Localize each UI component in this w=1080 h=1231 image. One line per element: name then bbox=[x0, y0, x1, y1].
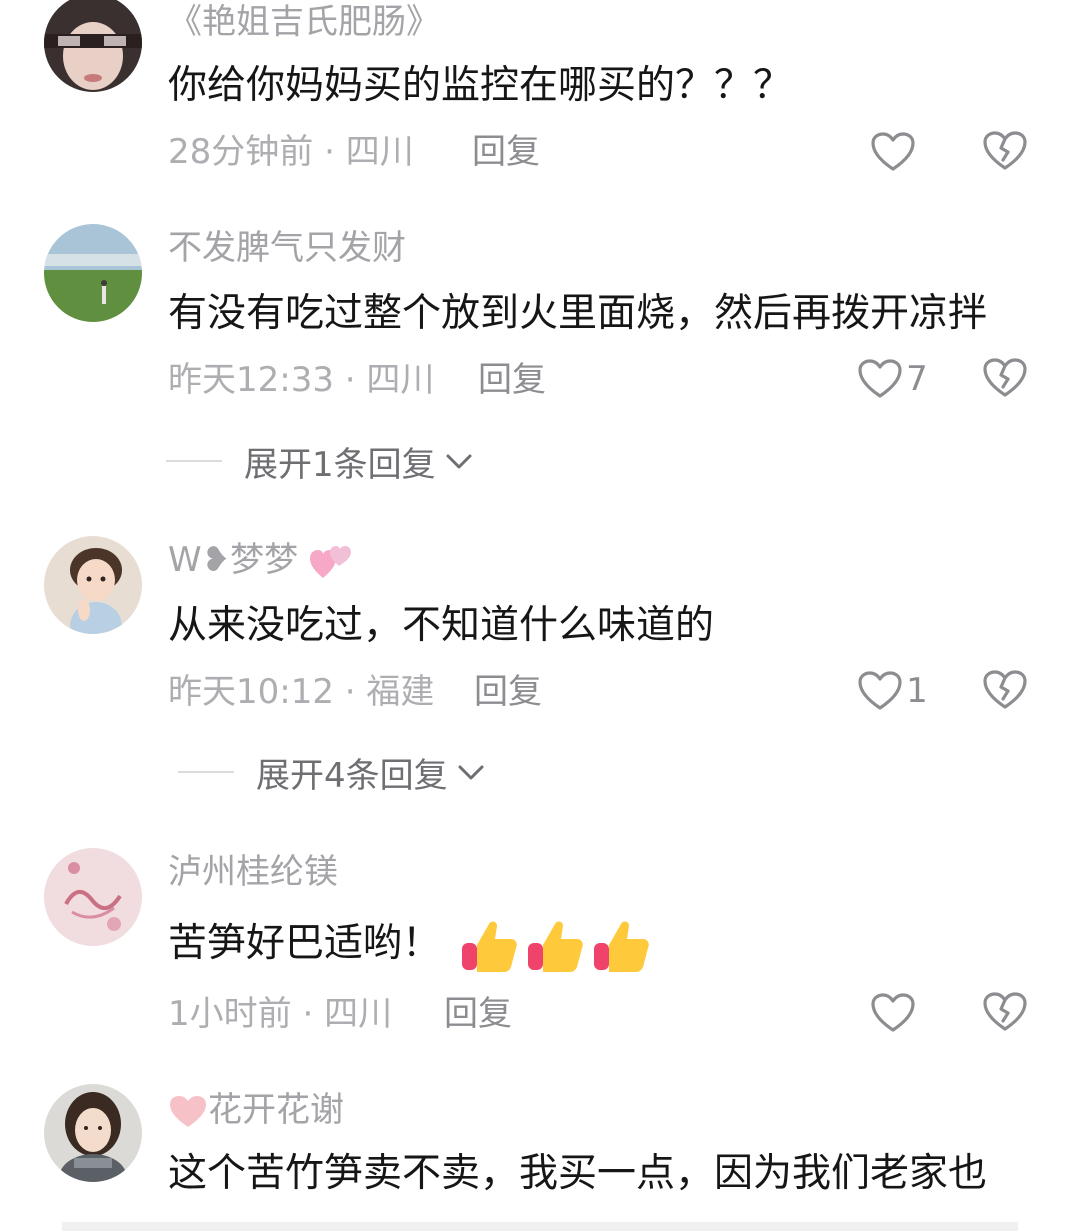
username[interactable]: 花开花谢 bbox=[168, 1090, 344, 1130]
timestamp: 1小时前 bbox=[168, 994, 292, 1034]
location: 四川 bbox=[366, 360, 435, 400]
timestamp: 昨天10:12 bbox=[168, 672, 334, 712]
reply-button[interactable]: 回复 bbox=[478, 360, 546, 400]
expand-replies-label: 展开1条回复 bbox=[244, 444, 436, 485]
input-bar-edge bbox=[62, 1222, 1018, 1231]
location: 福建 bbox=[366, 672, 435, 712]
reply-button[interactable]: 回复 bbox=[444, 994, 512, 1034]
comment-text-content: 苦笋好巴适哟！ bbox=[168, 921, 442, 966]
thumbs-up-emoji bbox=[528, 921, 584, 972]
avatar[interactable] bbox=[44, 224, 142, 322]
avatar[interactable] bbox=[44, 0, 142, 92]
dislike-button[interactable] bbox=[982, 991, 1028, 1035]
reply-button[interactable]: 回复 bbox=[472, 132, 540, 172]
comment-meta: 1小时前 · 四川 bbox=[168, 994, 392, 1034]
meta-separator: · bbox=[333, 672, 367, 712]
comment-meta: 28分钟前 · 四川 bbox=[168, 132, 414, 172]
sparkling-heart-emoji bbox=[309, 545, 351, 578]
broken-heart-icon bbox=[983, 670, 1027, 709]
like-button[interactable]: 7 bbox=[848, 357, 938, 401]
expand-replies-button[interactable]: 展开4条回复 bbox=[178, 752, 486, 796]
chevron-down-icon bbox=[446, 454, 472, 469]
expand-replies-label: 展开4条回复 bbox=[256, 755, 448, 796]
heart-emoji bbox=[170, 1095, 206, 1127]
like-button[interactable] bbox=[848, 130, 938, 174]
expand-replies-button[interactable]: 展开1条回复 bbox=[166, 441, 474, 485]
username[interactable]: 不发脾气只发财 bbox=[168, 228, 406, 268]
heart-outline-icon bbox=[871, 132, 915, 171]
like-button[interactable]: 1 bbox=[848, 669, 938, 713]
location: 四川 bbox=[345, 132, 414, 172]
heart-outline-icon bbox=[858, 359, 902, 398]
like-count: 1 bbox=[906, 671, 928, 711]
thumbs-up-emoji bbox=[462, 921, 518, 972]
meta-separator: · bbox=[291, 994, 325, 1034]
username-text: 花开花谢 bbox=[208, 1090, 344, 1130]
avatar[interactable] bbox=[44, 1084, 142, 1182]
username[interactable]: W❥梦梦 bbox=[168, 540, 353, 582]
thumbs-up-emoji bbox=[594, 921, 650, 972]
divider-line bbox=[166, 460, 222, 462]
meta-separator: · bbox=[313, 132, 346, 172]
comment-text: 从来没吃过，不知道什么味道的 bbox=[168, 603, 715, 648]
dislike-button[interactable] bbox=[982, 357, 1028, 401]
avatar[interactable] bbox=[44, 536, 142, 634]
broken-heart-icon bbox=[983, 131, 1027, 170]
comment-text: 你给你妈妈买的监控在哪买的？？？ bbox=[168, 63, 793, 108]
comment-meta: 昨天12:33 · 四川 bbox=[168, 360, 434, 400]
username[interactable]: 《艳姐吉氏肥肠》 bbox=[168, 2, 440, 42]
comment-meta: 昨天10:12 · 福建 bbox=[168, 672, 434, 712]
chevron-down-icon bbox=[458, 765, 484, 780]
dislike-button[interactable] bbox=[982, 130, 1028, 174]
comment-text: 有没有吃过整个放到火里面烧，然后再拨开凉拌 bbox=[168, 291, 988, 336]
like-button[interactable] bbox=[848, 991, 938, 1035]
broken-heart-icon bbox=[983, 992, 1027, 1031]
reply-button[interactable]: 回复 bbox=[474, 672, 542, 712]
comment-text: 苦笋好巴适哟！ bbox=[168, 914, 651, 976]
comment-text: 这个苦竹笋卖不卖，我买一点，因为我们老家也 bbox=[168, 1151, 988, 1196]
username[interactable]: 泸州桂纶镁 bbox=[168, 852, 338, 892]
heart-outline-icon bbox=[858, 671, 902, 710]
like-count: 7 bbox=[906, 359, 928, 399]
broken-heart-icon bbox=[983, 358, 1027, 397]
dislike-button[interactable] bbox=[982, 669, 1028, 713]
avatar[interactable] bbox=[44, 848, 142, 946]
timestamp: 28分钟前 bbox=[168, 132, 314, 172]
heart-outline-icon bbox=[871, 993, 915, 1032]
location: 四川 bbox=[324, 994, 393, 1034]
username-text: W❥梦梦 bbox=[168, 540, 299, 580]
timestamp: 昨天12:33 bbox=[168, 360, 334, 400]
meta-separator: · bbox=[333, 360, 367, 400]
divider-line bbox=[178, 771, 234, 773]
